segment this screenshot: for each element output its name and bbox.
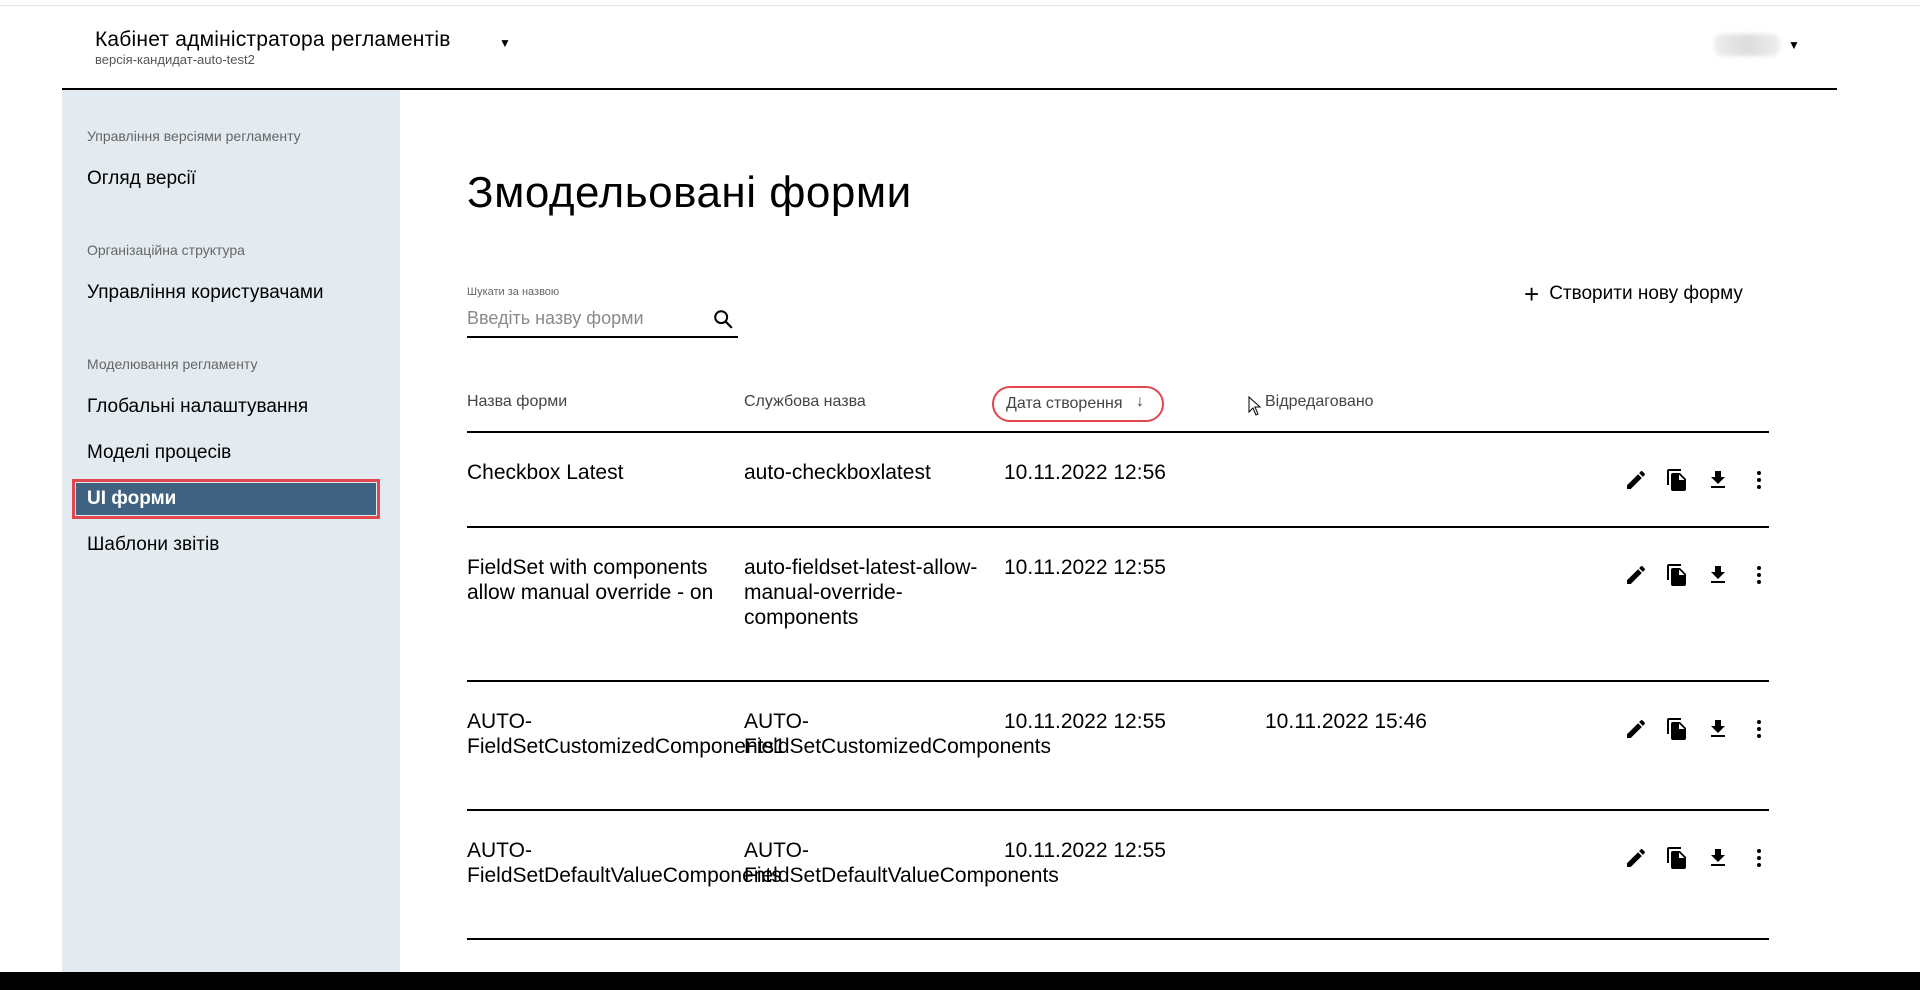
sidebar-item-ui-forms[interactable]: UI форми	[72, 479, 380, 519]
edit-icon[interactable]	[1622, 561, 1649, 589]
row-divider	[467, 938, 1769, 940]
user-avatar-name[interactable]	[1714, 34, 1780, 56]
sidebar-item-version-overview[interactable]: Огляд версії	[87, 168, 196, 190]
edit-icon[interactable]	[1622, 844, 1649, 872]
screen-bottom-bar	[0, 972, 1920, 990]
row-1-name[interactable]: Checkbox Latest	[467, 460, 727, 485]
download-icon[interactable]	[1704, 561, 1731, 589]
row-3-created: 10.11.2022 12:55	[1004, 710, 1166, 733]
download-icon[interactable]	[1704, 715, 1731, 743]
plus-icon: +	[1524, 279, 1540, 309]
page-title: Змодельовані форми	[467, 168, 912, 217]
row-4-created: 10.11.2022 12:55	[1004, 839, 1166, 862]
column-header-service-name[interactable]: Службова назва	[744, 393, 866, 411]
sidebar-item-process-models[interactable]: Моделі процесів	[87, 442, 231, 464]
search-icon[interactable]	[712, 308, 734, 330]
sidebar-group-modeling: Моделювання регламенту	[87, 356, 258, 372]
search-field	[467, 302, 738, 338]
row-2-service-name: auto-fieldset-latest-allow-manual-overri…	[744, 556, 978, 629]
row-4-actions	[1622, 844, 1772, 872]
more-vert-icon[interactable]	[1745, 844, 1772, 872]
search-label: Шукати за назвою	[467, 286, 560, 298]
row-1-actions	[1622, 466, 1772, 494]
sidebar-group-versions: Управління версіями регламенту	[87, 128, 301, 144]
version-dropdown-caret-icon[interactable]: ▼	[499, 36, 511, 50]
mouse-cursor-icon	[1248, 396, 1262, 416]
download-icon[interactable]	[1704, 466, 1731, 494]
sidebar: Управління версіями регламенту Огляд вер…	[62, 90, 400, 972]
edit-icon[interactable]	[1622, 466, 1649, 494]
row-2-created: 10.11.2022 12:55	[1004, 556, 1166, 579]
table-header-divider	[467, 431, 1769, 433]
sidebar-item-global-settings[interactable]: Глобальні налаштування	[87, 396, 308, 418]
app-title[interactable]: Кабінет адміністратора регламентів	[95, 28, 451, 52]
app-header: Кабінет адміністратора регламентів ▼ вер…	[62, 6, 1837, 90]
copy-icon[interactable]	[1663, 844, 1690, 872]
sidebar-group-org-structure: Організаційна структура	[87, 242, 245, 258]
more-vert-icon[interactable]	[1745, 466, 1772, 494]
row-divider	[467, 680, 1769, 682]
version-subtitle: версія-кандидат-auto-test2	[95, 52, 255, 67]
search-input[interactable]	[467, 306, 697, 330]
more-vert-icon[interactable]	[1745, 715, 1772, 743]
column-header-name[interactable]: Назва форми	[467, 393, 567, 411]
row-3-name[interactable]: AUTO-FieldSetCustomizedComponents1	[467, 709, 786, 759]
row-3-actions	[1622, 715, 1772, 743]
row-2-name[interactable]: FieldSet with components allow manual ov…	[467, 555, 727, 605]
row-divider	[467, 526, 1769, 528]
row-4-service-name: AUTO-FieldSetDefaultValueComponents	[744, 839, 1059, 887]
row-2-actions	[1622, 561, 1772, 589]
copy-icon[interactable]	[1663, 561, 1690, 589]
row-3-edited: 10.11.2022 15:46	[1265, 710, 1427, 733]
sort-arrow-down-icon: ↓	[1136, 393, 1144, 410]
row-divider	[467, 809, 1769, 811]
copy-icon[interactable]	[1663, 715, 1690, 743]
sidebar-item-report-templates[interactable]: Шаблони звітів	[87, 534, 219, 556]
download-icon[interactable]	[1704, 844, 1731, 872]
sidebar-item-user-management[interactable]: Управління користувачами	[87, 282, 324, 304]
copy-icon[interactable]	[1663, 466, 1690, 494]
row-4-name[interactable]: AUTO-FieldSetDefaultValueComponents	[467, 838, 782, 888]
row-3-service-name: AUTO-FieldSetCustomizedComponents	[744, 710, 1051, 758]
user-menu-caret-icon[interactable]: ▼	[1788, 38, 1800, 52]
create-form-button[interactable]: + Створити нову форму	[1524, 279, 1743, 309]
column-header-created-label: Дата створення	[1006, 395, 1123, 412]
row-1-created: 10.11.2022 12:56	[1004, 461, 1166, 484]
create-form-button-label: Створити нову форму	[1549, 283, 1743, 304]
edit-icon[interactable]	[1622, 715, 1649, 743]
more-vert-icon[interactable]	[1745, 561, 1772, 589]
column-header-edited[interactable]: Відредаговано	[1265, 393, 1374, 411]
column-header-created[interactable]: Дата створення ↓	[992, 386, 1164, 422]
row-1-service-name: auto-checkboxlatest	[744, 461, 931, 484]
